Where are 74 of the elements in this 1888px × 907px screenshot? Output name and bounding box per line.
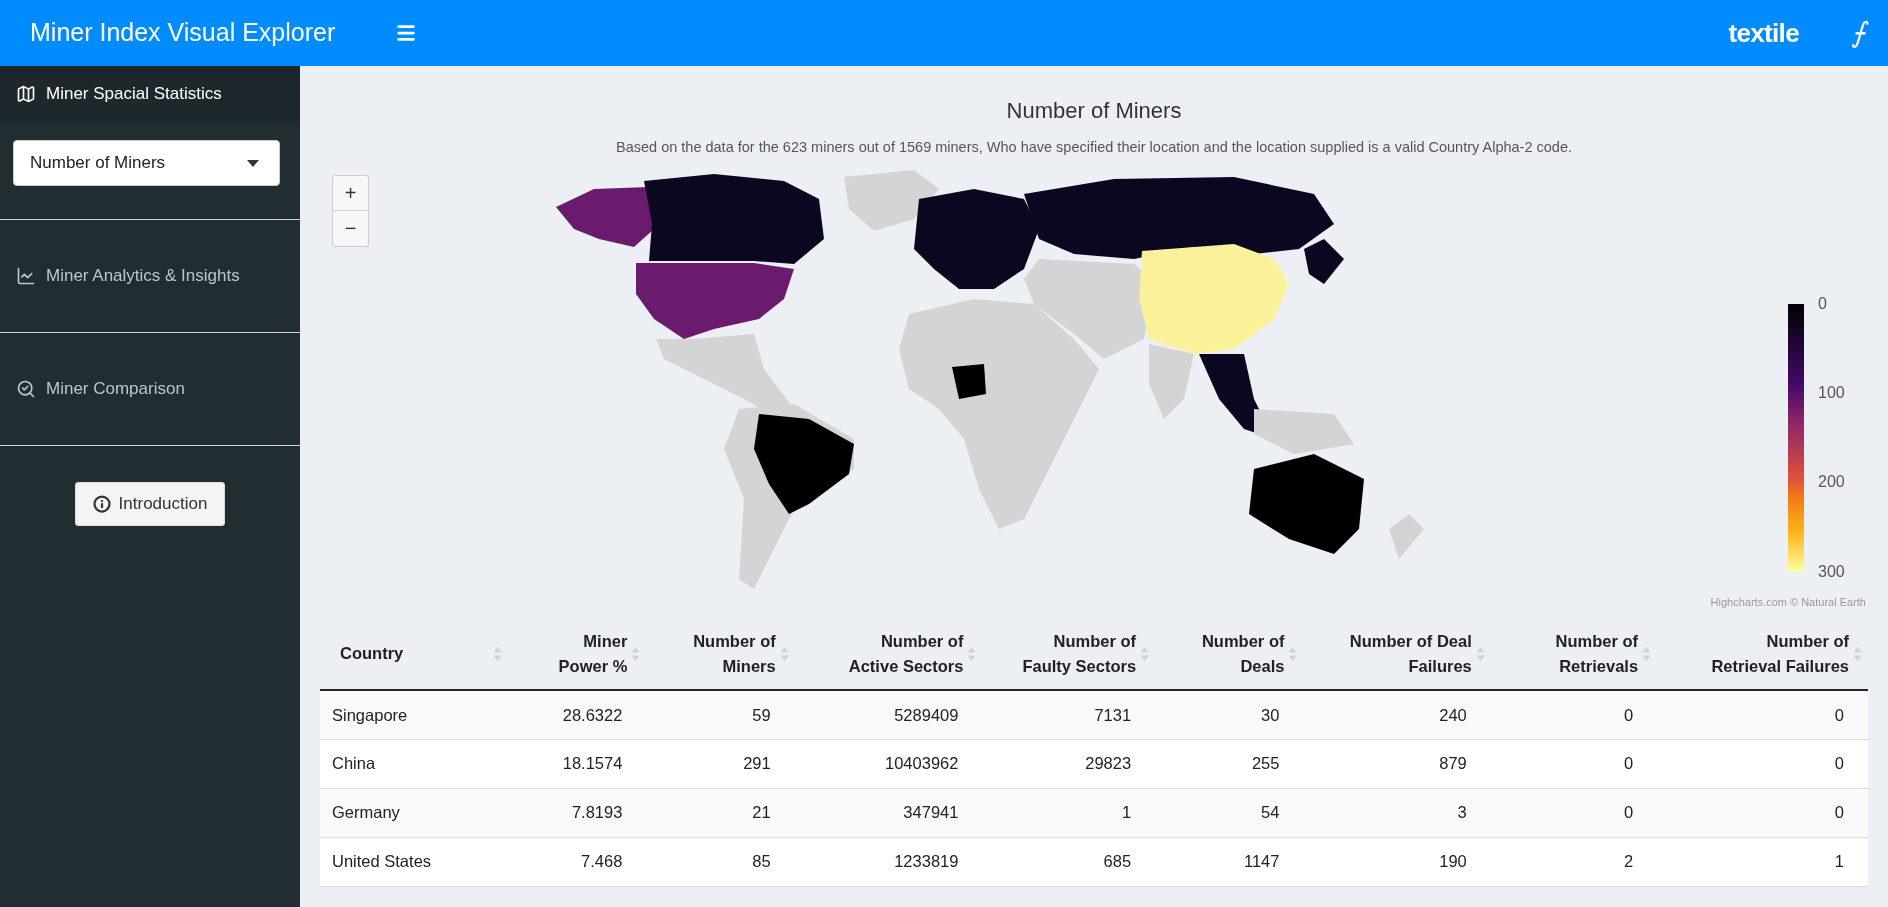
table-cell: 7.468	[581, 852, 623, 871]
table-cell: 0	[1623, 803, 1634, 822]
menu-icon[interactable]	[395, 22, 418, 44]
table-cell: 5289409	[894, 705, 959, 724]
table-cell: 85	[752, 852, 771, 871]
table-cell: 1	[1834, 852, 1844, 871]
column-header[interactable]: Number of Deals	[1201, 629, 1285, 679]
sort-icon[interactable]	[779, 645, 789, 662]
caret-icon	[247, 159, 259, 167]
table-cell: 30	[1261, 705, 1280, 724]
table-cell: 54	[1261, 803, 1280, 822]
table-cell: 29823	[1085, 754, 1132, 773]
sidebar-item[interactable]: Miner Analytics & Insights	[0, 220, 300, 332]
sidebar-item[interactable]: Miner Spacial Statistics	[0, 66, 300, 122]
info-icon	[92, 495, 111, 513]
legend-tick-label: 200	[1818, 474, 1846, 491]
table-cell: 240	[1439, 705, 1467, 724]
map-icon	[16, 84, 36, 104]
table-cell: 7.8193	[571, 803, 623, 822]
table-cell: 0	[1623, 705, 1634, 724]
table-cell: 1147	[1243, 852, 1280, 871]
table-cell: 879	[1439, 754, 1467, 773]
table-cell: 10403962	[885, 754, 959, 773]
sort-icon[interactable]	[1288, 645, 1298, 662]
table-cell: 1233819	[894, 852, 959, 871]
introduction-button[interactable]: Introduction	[75, 482, 225, 526]
table-cell: 59	[752, 705, 771, 724]
table-cell: 18.1574	[562, 754, 623, 773]
sort-icon[interactable]	[1475, 645, 1485, 662]
table-cell: 7131	[1094, 705, 1132, 724]
column-header[interactable]: Number of Faulty Sectors	[1022, 629, 1137, 679]
table-cell: 0	[1834, 803, 1844, 822]
table-cell: Germany	[332, 803, 400, 822]
table-cell: 0	[1834, 705, 1844, 724]
table-cell: Singapore	[332, 705, 408, 724]
table-cell: 21	[752, 803, 771, 822]
column-header[interactable]: Number of Retrieval Failures	[1711, 629, 1849, 679]
column-header[interactable]: Number of Miners	[693, 629, 776, 679]
column-header[interactable]: Number of Active Sectors	[848, 629, 964, 679]
legend-tick-label: 0	[1818, 295, 1828, 312]
column-header[interactable]: Country	[340, 641, 404, 667]
chart-subtitle: Based on the data for the 623 miners out of 1569 miners, Who have specified their location and the location supplied is a valid Country Alpha-2 code.	[616, 138, 1572, 157]
table-cell: United States	[332, 852, 432, 871]
table-cell: 0	[1834, 754, 1844, 773]
table-cell: 255	[1251, 754, 1280, 773]
table-cell: 291	[743, 754, 771, 773]
table-cell: 190	[1439, 852, 1467, 871]
line-chart-icon	[16, 266, 36, 286]
legend-tick-label: 300	[1818, 563, 1846, 580]
sort-icon[interactable]	[1642, 645, 1652, 662]
table-cell: China	[332, 754, 376, 773]
column-header[interactable]: Miner Power %	[558, 629, 628, 679]
zoom-out-button[interactable]: −	[332, 210, 369, 247]
sidebar-item[interactable]: Miner Comparison	[0, 333, 300, 445]
sort-icon[interactable]	[967, 645, 977, 662]
column-header[interactable]: Number of Deal Failures	[1349, 629, 1472, 679]
sort-icon[interactable]	[492, 645, 502, 662]
table-cell: 1	[1121, 803, 1132, 822]
sort-icon[interactable]	[1853, 645, 1862, 662]
search-icon	[16, 379, 36, 399]
table-cell: 2	[1623, 852, 1634, 871]
table-cell: 0	[1623, 754, 1634, 773]
table-cell: 28.6322	[562, 705, 623, 724]
chart-title: Number of Miners	[1006, 97, 1182, 125]
table-cell: 3	[1457, 803, 1467, 822]
sort-icon[interactable]	[1140, 645, 1150, 662]
column-header[interactable]: Number of Retrievals	[1555, 629, 1639, 679]
table-cell: 685	[1103, 852, 1132, 871]
app-title: Miner Index Visual Explorer	[30, 17, 336, 49]
legend-tick-label: 100	[1818, 385, 1846, 402]
sort-icon[interactable]	[631, 645, 641, 662]
table-cell: 347941	[903, 803, 959, 822]
zoom-in-button[interactable]: +	[332, 174, 369, 211]
metric-select[interactable]: Number of Miners	[13, 140, 280, 186]
